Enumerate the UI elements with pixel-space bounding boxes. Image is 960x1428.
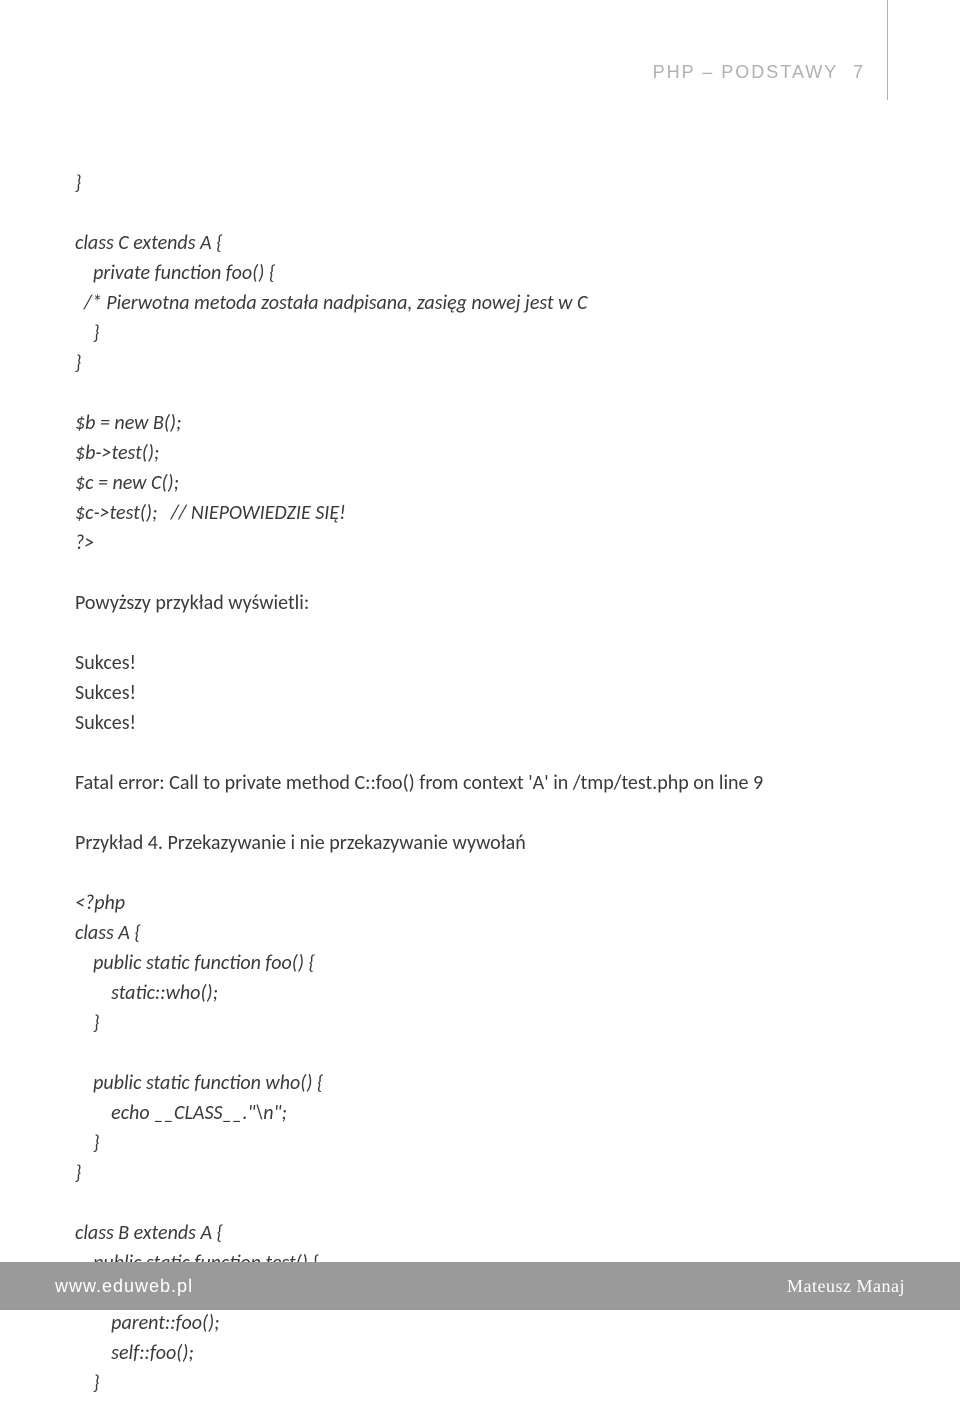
example-heading: Przykład 4. Przekazywanie i nie przekazy… <box>75 828 880 858</box>
page-content: } class C extends A { private function f… <box>75 168 880 1428</box>
code-block-2: <?php class A { public static function f… <box>75 888 880 1398</box>
footer-url: www.eduweb.pl <box>55 1276 193 1297</box>
output-block: Sukces! Sukces! Sukces! <box>75 648 880 738</box>
paragraph-intro: Powyższy przykład wyświetli: <box>75 588 880 618</box>
header-title: PHP – PODSTAWY <box>653 62 838 82</box>
page-number: 7 <box>853 62 865 82</box>
corner-divider <box>887 0 888 100</box>
fatal-error-line: Fatal error: Call to private method C::f… <box>75 768 880 798</box>
page-footer: www.eduweb.pl Mateusz Manaj <box>0 1262 960 1310</box>
footer-author: Mateusz Manaj <box>787 1276 905 1297</box>
code-block-1: } class C extends A { private function f… <box>75 168 880 558</box>
page-header: PHP – PODSTAWY 7 <box>653 62 865 83</box>
